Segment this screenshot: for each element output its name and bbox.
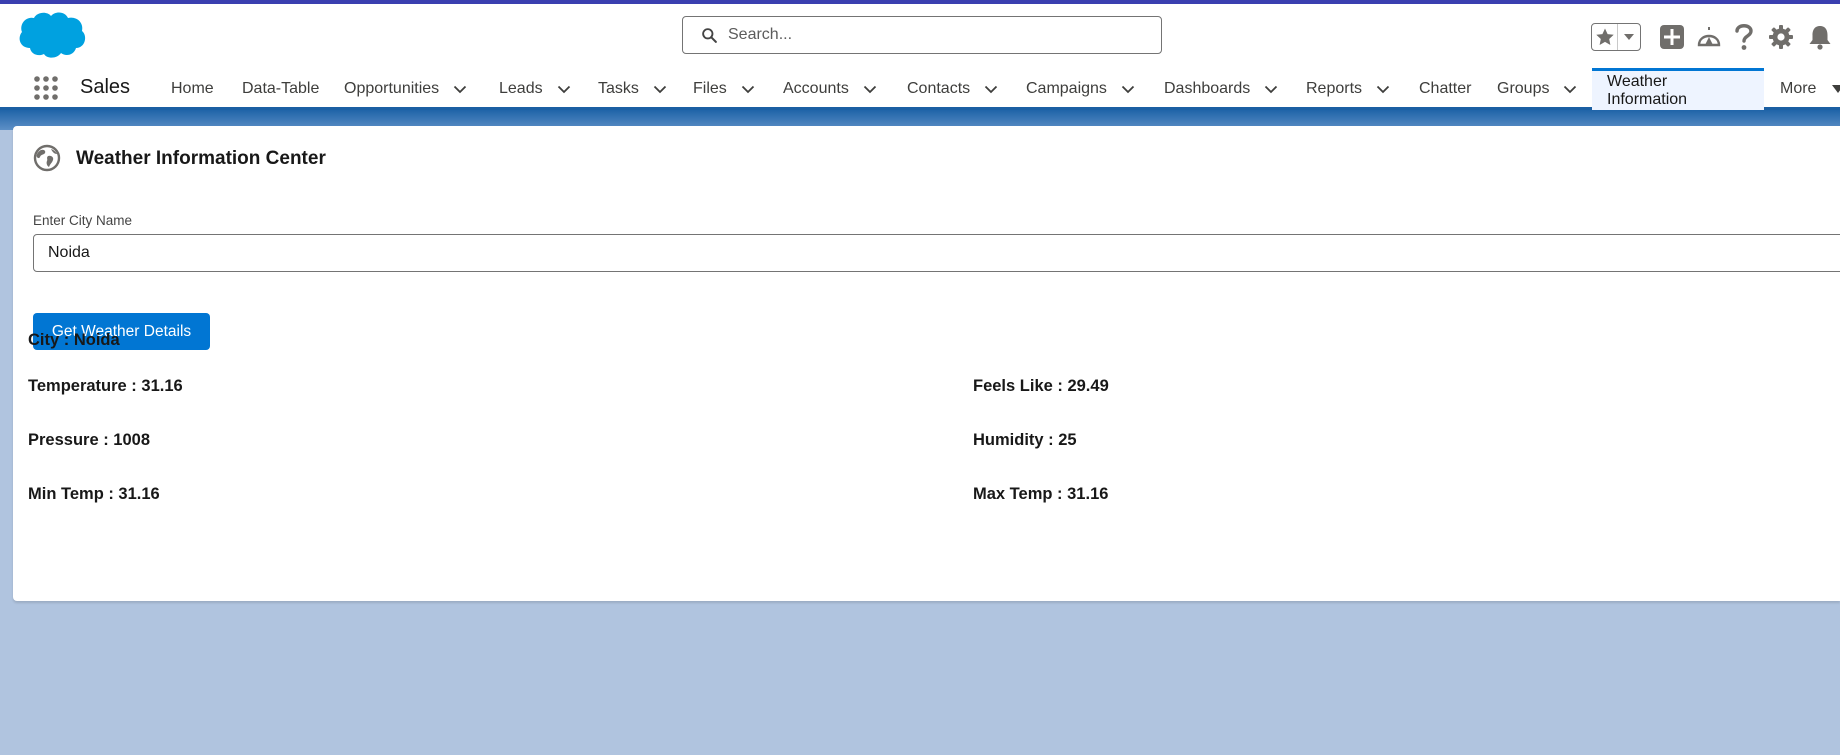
nav-item-files[interactable]: Files: [693, 68, 755, 110]
nav-item-label: Tasks: [598, 80, 639, 97]
nav-item-label: Campaigns: [1026, 80, 1107, 97]
trailhead-icon[interactable]: [1696, 25, 1722, 49]
nav-item-opportunities[interactable]: Opportunities: [344, 68, 467, 110]
chevron-down-icon[interactable]: [453, 82, 467, 96]
nav-item-campaigns[interactable]: Campaigns: [1026, 68, 1135, 110]
nav-item-data-table[interactable]: Data-Table: [242, 68, 319, 110]
nav-item-home[interactable]: Home: [171, 68, 214, 110]
nav-item-label: More: [1780, 80, 1817, 97]
max-temp-result: Max Temp : 31.16: [973, 485, 1109, 503]
nav-item-label: Data-Table: [242, 80, 320, 97]
nav-item-label: Opportunities: [344, 80, 440, 97]
nav-item-label: Reports: [1306, 80, 1363, 97]
nav-item-label: Dashboards: [1164, 80, 1251, 97]
app-navigation-bar: Sales Home Data-Table Opportunities Lead…: [0, 68, 1840, 110]
chevron-down-icon[interactable]: [1264, 82, 1278, 96]
chevron-down-icon[interactable]: [557, 82, 571, 96]
nav-item-label: Leads: [499, 80, 543, 97]
nav-item-accounts[interactable]: Accounts: [783, 68, 877, 110]
chevron-down-icon[interactable]: [741, 82, 755, 96]
nav-item-label: Contacts: [907, 80, 971, 97]
min-temp-result: Min Temp : 31.16: [28, 485, 160, 503]
global-search[interactable]: [682, 16, 1162, 54]
help-icon[interactable]: [1733, 23, 1755, 51]
city-name-input[interactable]: [33, 234, 1840, 272]
temperature-result: Temperature : 31.16: [28, 377, 183, 395]
nav-item-reports[interactable]: Reports: [1306, 68, 1390, 110]
weather-information-card: Weather Information Center Enter City Na…: [13, 126, 1840, 601]
favorites-group: [1591, 23, 1641, 51]
search-icon: [702, 27, 717, 43]
chevron-down-icon[interactable]: [653, 82, 667, 96]
nav-item-label: Home: [171, 80, 214, 97]
nav-item-chatter[interactable]: Chatter: [1419, 68, 1471, 110]
chevron-down-icon[interactable]: [863, 82, 877, 96]
search-input[interactable]: [728, 26, 1148, 44]
nav-item-more[interactable]: More: [1780, 68, 1840, 110]
pressure-result: Pressure : 1008: [28, 431, 151, 449]
globe-icon: [33, 144, 61, 172]
chevron-down-icon[interactable]: [984, 82, 998, 96]
favorites-star-icon[interactable]: [1592, 24, 1618, 50]
favorites-dropdown-icon[interactable]: [1618, 24, 1640, 50]
salesforce-cloud-logo[interactable]: [16, 10, 88, 64]
caret-down-icon[interactable]: [1832, 84, 1840, 94]
nav-item-label: Files: [693, 80, 727, 97]
nav-item-label: Groups: [1497, 80, 1550, 97]
card-title: Weather Information Center: [76, 148, 326, 169]
nav-item-label: Weather Information: [1607, 72, 1688, 108]
nav-item-tasks[interactable]: Tasks: [598, 68, 667, 110]
setup-gear-icon[interactable]: [1768, 24, 1794, 50]
city-field-label: Enter City Name: [33, 213, 133, 228]
nav-item-label: Chatter: [1419, 80, 1472, 97]
nav-item-label: Accounts: [783, 80, 849, 97]
app-launcher-grid-icon[interactable]: [33, 75, 59, 101]
humidity-result: Humidity : 25: [973, 431, 1077, 449]
notifications-bell-icon[interactable]: [1808, 24, 1832, 50]
nav-item-contacts[interactable]: Contacts: [907, 68, 998, 110]
nav-item-weather-information[interactable]: Weather Information: [1592, 68, 1764, 110]
nav-item-leads[interactable]: Leads: [499, 68, 571, 110]
nav-item-dashboards[interactable]: Dashboards: [1164, 68, 1278, 110]
nav-item-groups[interactable]: Groups: [1497, 68, 1577, 110]
city-result: City : Noida: [28, 331, 120, 349]
chevron-down-icon[interactable]: [1563, 82, 1577, 96]
global-actions-plus-icon[interactable]: [1659, 24, 1685, 50]
chevron-down-icon[interactable]: [1121, 82, 1135, 96]
app-name: Sales: [80, 76, 131, 98]
chevron-down-icon[interactable]: [1376, 82, 1390, 96]
global-header: [0, 4, 1840, 68]
feels-like-result: Feels Like : 29.49: [973, 377, 1109, 395]
